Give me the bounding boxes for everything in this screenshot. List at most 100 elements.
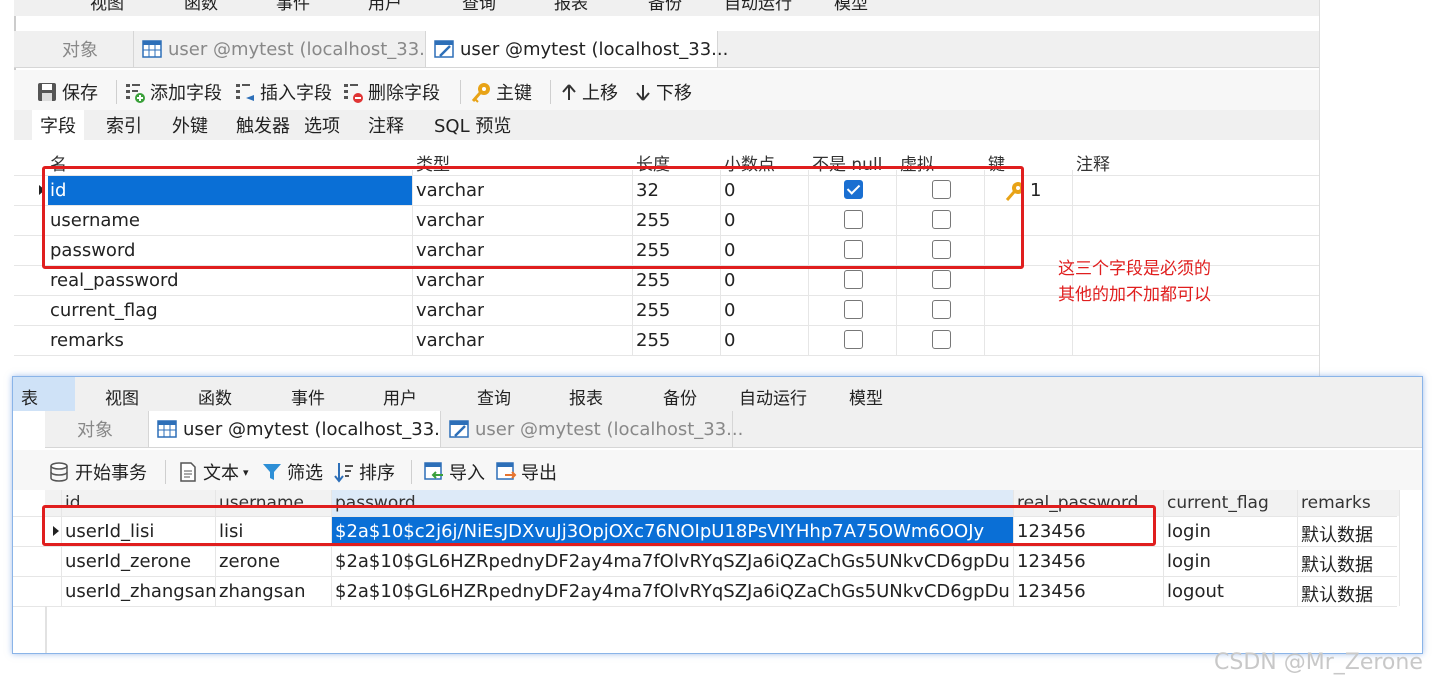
field-decimals-cell[interactable]: 0 <box>724 330 735 351</box>
subtab-comment[interactable]: 注释 <box>360 110 412 140</box>
toolbar-divider <box>550 80 551 104</box>
menu-users[interactable]: 用户 <box>383 384 417 409</box>
data-cell-current-flag[interactable]: login <box>1167 521 1211 542</box>
virtual-checkbox[interactable] <box>932 270 951 289</box>
menu-automation[interactable]: 自动运行 <box>739 384 807 409</box>
field-type-cell[interactable]: varchar <box>416 270 484 291</box>
tab-label: 对象 <box>77 420 113 441</box>
subtab-triggers[interactable]: 触发器 <box>228 110 298 140</box>
data-cell-remarks[interactable]: 默认数据 <box>1301 581 1373 607</box>
tab-user-data[interactable]: user @mytest (localhost_33... <box>149 411 451 447</box>
save-icon <box>36 81 58 103</box>
tab-label: user @mytest (localhost_33... <box>183 418 452 440</box>
menu-automation[interactable]: 自动运行 <box>724 0 792 14</box>
delete-field-icon <box>342 81 364 103</box>
move-down-button[interactable]: 下移 <box>634 79 692 105</box>
export-label: 导出 <box>521 463 557 484</box>
field-length-cell[interactable]: 255 <box>636 300 670 321</box>
save-button[interactable]: 保存 <box>36 79 98 105</box>
annotation-highlight-box <box>42 166 1024 269</box>
field-decimals-cell[interactable]: 0 <box>724 300 735 321</box>
field-length-cell[interactable]: 255 <box>636 270 670 291</box>
export-button[interactable]: 导出 <box>495 459 557 485</box>
table-icon <box>157 420 177 438</box>
menu-query[interactable]: 查询 <box>462 0 496 14</box>
not-null-checkbox[interactable] <box>844 330 863 349</box>
begin-transaction-button[interactable]: 开始事务 <box>49 459 147 485</box>
field-type-cell[interactable]: varchar <box>416 300 484 321</box>
field-decimals-cell[interactable]: 0 <box>724 270 735 291</box>
subtab-indexes[interactable]: 索引 <box>98 110 150 140</box>
annotation-line: 这三个字段是必须的 <box>1058 259 1211 279</box>
menu-backup[interactable]: 备份 <box>663 384 697 409</box>
not-null-checkbox[interactable] <box>844 270 863 289</box>
annotation-highlight-box <box>42 505 1156 546</box>
field-length-cell[interactable]: 255 <box>636 330 670 351</box>
key-order-cell[interactable]: 1 <box>1030 180 1041 201</box>
data-cell-password[interactable]: $2a$10$GL6HZRpednyDF2ay4ma7fOlvRYqSZJa6i… <box>335 581 1011 602</box>
col-header-current-flag[interactable]: current_flag <box>1167 493 1269 513</box>
tab-objects[interactable]: 对象 <box>30 31 134 67</box>
filter-button[interactable]: 筛选 <box>261 459 323 485</box>
tab-objects[interactable]: 对象 <box>45 411 149 447</box>
import-label: 导入 <box>449 463 485 484</box>
menu-functions[interactable]: 函数 <box>198 384 232 409</box>
tab-bar: 对象 user @mytest (localhost_33... user @m… <box>13 411 1422 448</box>
menu-events[interactable]: 事件 <box>276 0 310 14</box>
menu-model[interactable]: 模型 <box>849 384 883 409</box>
data-cell-password[interactable]: $2a$10$GL6HZRpednyDF2ay4ma7fOlvRYqSZJa6i… <box>335 551 1011 572</box>
import-button[interactable]: 导入 <box>423 459 485 485</box>
insert-field-button[interactable]: 插入字段 <box>234 79 332 105</box>
virtual-checkbox[interactable] <box>932 330 951 349</box>
menu-events[interactable]: 事件 <box>291 384 325 409</box>
col-header-comment[interactable]: 注释 <box>1076 150 1110 175</box>
menu-reports[interactable]: 报表 <box>569 384 603 409</box>
data-cell-id[interactable]: userId_zhangsan <box>65 581 217 602</box>
field-type-cell[interactable]: varchar <box>416 330 484 351</box>
menu-model[interactable]: 模型 <box>834 0 868 14</box>
data-cell-remarks[interactable]: 默认数据 <box>1301 521 1373 547</box>
data-cell-username[interactable]: zhangsan <box>219 581 306 602</box>
database-icon <box>49 461 71 483</box>
menu-reports[interactable]: 报表 <box>554 0 588 14</box>
subtab-sql-preview[interactable]: SQL 预览 <box>426 110 519 140</box>
not-null-checkbox[interactable] <box>844 300 863 319</box>
data-cell-current-flag[interactable]: login <box>1167 551 1211 572</box>
data-cell-real-password[interactable]: 123456 <box>1017 551 1086 572</box>
data-cell-remarks[interactable]: 默认数据 <box>1301 551 1373 577</box>
data-cell-current-flag[interactable]: logout <box>1167 581 1224 602</box>
subtab-foreign-keys[interactable]: 外键 <box>164 110 216 140</box>
field-name-cell[interactable]: remarks <box>50 330 124 351</box>
menu-view[interactable]: 视图 <box>105 384 139 409</box>
subtab-fields[interactable]: 字段 <box>32 110 84 140</box>
text-view-button[interactable]: 文本 ▾ <box>177 459 249 485</box>
menu-users[interactable]: 用户 <box>368 0 402 14</box>
delete-field-button[interactable]: 删除字段 <box>342 79 440 105</box>
data-cell-id[interactable]: userId_zerone <box>65 551 191 572</box>
menu-view[interactable]: 视图 <box>90 0 124 14</box>
subtab-options[interactable]: 选项 <box>296 110 348 140</box>
menu-backup[interactable]: 备份 <box>648 0 682 14</box>
field-name-cell[interactable]: current_flag <box>50 300 158 321</box>
menu-query[interactable]: 查询 <box>477 384 511 409</box>
sort-button[interactable]: 排序 <box>333 459 395 485</box>
export-icon <box>495 461 517 483</box>
data-cell-username[interactable]: zerone <box>219 551 280 572</box>
virtual-checkbox[interactable] <box>932 300 951 319</box>
tab-label: user @mytest (localhost_33... <box>460 38 729 60</box>
move-up-button[interactable]: 上移 <box>560 79 618 105</box>
save-label: 保存 <box>62 83 98 104</box>
tab-user-design[interactable]: user @mytest (localhost_33... <box>441 411 743 447</box>
add-field-button[interactable]: 添加字段 <box>124 79 222 105</box>
col-divider <box>1297 490 1298 606</box>
menu-tables[interactable]: 表 <box>21 384 38 409</box>
chevron-down-icon: ▾ <box>243 465 249 479</box>
move-up-label: 上移 <box>582 83 618 104</box>
field-name-cell[interactable]: real_password <box>50 270 179 291</box>
data-cell-real-password[interactable]: 123456 <box>1017 581 1086 602</box>
menu-functions[interactable]: 函数 <box>184 0 218 14</box>
tab-user-design[interactable]: user @mytest (localhost_33... <box>426 31 728 67</box>
primary-key-button[interactable]: 主键 <box>470 79 532 105</box>
tab-user-data[interactable]: user @mytest (localhost_33... <box>134 31 436 67</box>
col-header-remarks[interactable]: remarks <box>1301 493 1371 513</box>
